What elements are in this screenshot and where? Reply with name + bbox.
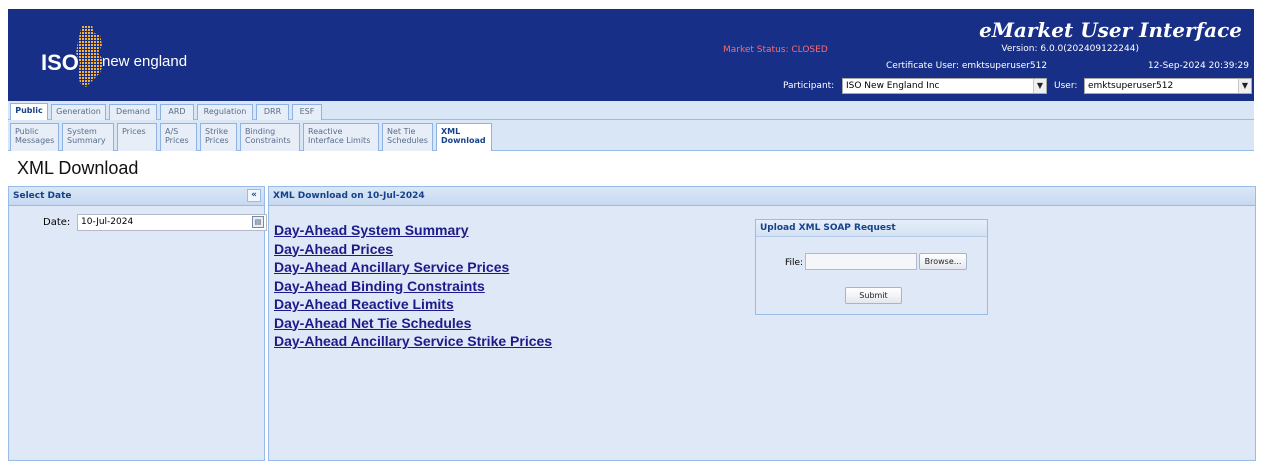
- tab-label-line1: Public: [15, 127, 39, 136]
- app-header: ISO new england eMarket User Interface M…: [8, 9, 1254, 101]
- date-label: Date:: [43, 217, 71, 228]
- upload-box-title: Upload XML SOAP Request: [756, 220, 987, 237]
- user-select-value: emktsuperuser512: [1088, 81, 1174, 91]
- tab-prices[interactable]: Prices: [117, 123, 157, 151]
- tab-ard[interactable]: ARD: [160, 104, 194, 120]
- participant-label: Participant:: [783, 81, 835, 91]
- tab-net-tie-schedules[interactable]: Net Tie Schedules: [382, 123, 433, 151]
- iso-new-england-logo: ISO new england: [34, 23, 194, 89]
- page-title: XML Download: [17, 158, 139, 178]
- tab-regulation[interactable]: Regulation: [197, 104, 253, 120]
- tab-label-line1: System: [67, 127, 97, 136]
- link-day-ahead-ancillary-service-prices[interactable]: Day-Ahead Ancillary Service Prices: [274, 258, 552, 277]
- participant-select[interactable]: ISO New England Inc ▼: [842, 78, 1047, 94]
- download-links: Day-Ahead System Summary Day-Ahead Price…: [274, 221, 552, 351]
- chevron-down-icon[interactable]: ▼: [1238, 79, 1251, 93]
- user-label: User:: [1054, 81, 1078, 91]
- tab-esf[interactable]: ESF: [292, 104, 322, 120]
- link-day-ahead-reactive-limits[interactable]: Day-Ahead Reactive Limits: [274, 295, 552, 314]
- browse-button[interactable]: Browse...: [919, 253, 967, 270]
- tab-label-line2: Messages: [15, 136, 55, 145]
- secondary-tab-bar: Public Messages System Summary Prices A/…: [8, 120, 1254, 151]
- version-text: Version: 6.0.0(202409122244): [1001, 44, 1139, 54]
- market-status: Market Status: CLOSED: [723, 45, 828, 55]
- xml-download-title: XML Download on 10-Jul-2024: [273, 191, 425, 201]
- tab-label-line1: Net Tie: [387, 127, 416, 136]
- participant-select-value: ISO New England Inc: [846, 81, 940, 91]
- date-field[interactable]: 10-Jul-2024 ▤: [77, 214, 267, 231]
- tab-system-summary[interactable]: System Summary: [62, 123, 114, 151]
- link-day-ahead-system-summary[interactable]: Day-Ahead System Summary: [274, 221, 552, 240]
- link-day-ahead-prices[interactable]: Day-Ahead Prices: [274, 240, 552, 259]
- link-day-ahead-ancillary-service-strike-prices[interactable]: Day-Ahead Ancillary Service Strike Price…: [274, 332, 552, 351]
- tab-label-line2: Interface Limits: [308, 136, 371, 145]
- tab-reactive-interface-limits[interactable]: Reactive Interface Limits: [303, 123, 379, 151]
- tab-label-line1: Binding: [245, 127, 276, 136]
- tab-label-line2: Summary: [67, 136, 106, 145]
- select-date-header: Select Date «: [9, 187, 264, 206]
- tab-public-messages[interactable]: Public Messages: [10, 123, 59, 151]
- tab-label-line1: Reactive: [308, 127, 343, 136]
- tab-label-line2: Download: [441, 136, 486, 145]
- date-field-value: 10-Jul-2024: [81, 217, 134, 227]
- tab-demand[interactable]: Demand: [109, 104, 157, 120]
- tab-label-line2: Prices: [205, 136, 229, 145]
- tab-strike-prices[interactable]: Strike Prices: [200, 123, 237, 151]
- logo-new-england-text: new england: [102, 53, 188, 70]
- xml-download-header: XML Download on 10-Jul-2024: [269, 187, 1255, 206]
- upload-soap-request-box: Upload XML SOAP Request File: Browse... …: [755, 219, 988, 315]
- app-title: eMarket User Interface: [979, 18, 1242, 42]
- primary-tab-bar: Public Generation Demand ARD Regulation …: [8, 101, 1254, 121]
- calendar-icon[interactable]: ▤: [252, 216, 264, 228]
- select-date-title: Select Date: [13, 191, 72, 201]
- collapse-left-icon[interactable]: «: [247, 189, 261, 202]
- file-label: File:: [785, 258, 804, 268]
- user-select[interactable]: emktsuperuser512 ▼: [1084, 78, 1252, 94]
- tab-label-line1: Prices: [122, 127, 146, 136]
- file-input[interactable]: [805, 253, 917, 270]
- tab-label-line2: Constraints: [245, 136, 291, 145]
- tab-label-line2: Prices: [165, 136, 189, 145]
- tab-label-line1: Strike: [205, 127, 228, 136]
- tab-public[interactable]: Public: [10, 103, 48, 121]
- select-date-panel: Select Date « Date: 10-Jul-2024 ▤: [8, 186, 267, 461]
- tab-label-line1: XML: [441, 127, 461, 136]
- xml-download-panel: XML Download on 10-Jul-2024 Day-Ahead Sy…: [268, 186, 1256, 461]
- certificate-user: Certificate User: emktsuperuser512: [886, 61, 1048, 71]
- chevron-down-icon[interactable]: ▼: [1033, 79, 1046, 93]
- tab-drr[interactable]: DRR: [256, 104, 289, 120]
- tab-xml-download[interactable]: XML Download: [436, 123, 492, 151]
- logo-iso-text: ISO: [41, 50, 79, 75]
- tab-as-prices[interactable]: A/S Prices: [160, 123, 197, 151]
- link-day-ahead-net-tie-schedules[interactable]: Day-Ahead Net Tie Schedules: [274, 314, 552, 333]
- tab-binding-constraints[interactable]: Binding Constraints: [240, 123, 300, 151]
- link-day-ahead-binding-constraints[interactable]: Day-Ahead Binding Constraints: [274, 277, 552, 296]
- current-datetime: 12-Sep-2024 20:39:29: [1147, 61, 1249, 71]
- tab-generation[interactable]: Generation: [51, 104, 106, 120]
- tab-label-line2: Schedules: [387, 136, 428, 145]
- submit-button[interactable]: Submit: [845, 287, 902, 304]
- tab-label-line1: A/S: [165, 127, 179, 136]
